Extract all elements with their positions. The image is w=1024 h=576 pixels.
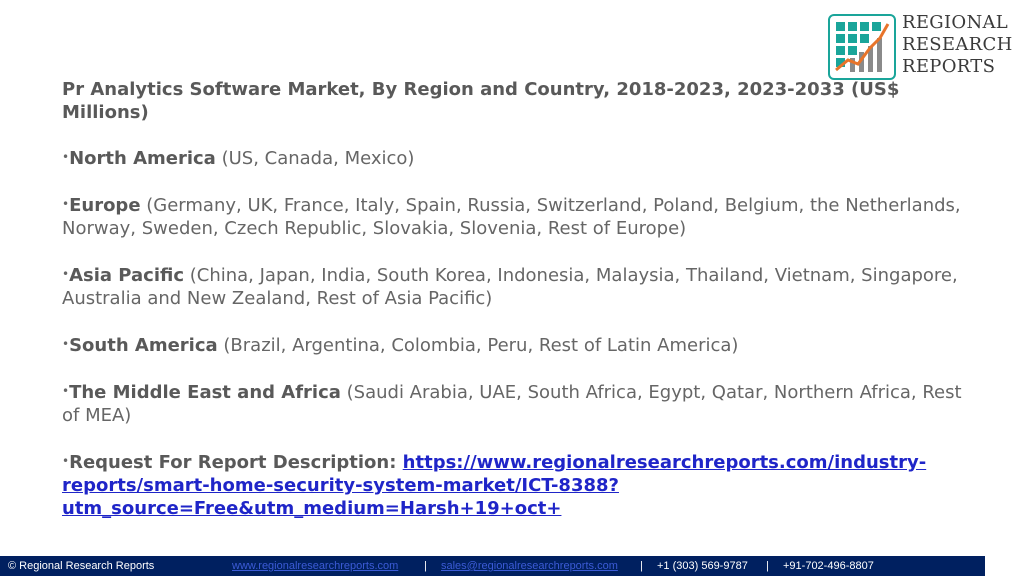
footer-separator: |	[424, 560, 427, 572]
region-item-asia-pacific: •Asia Pacific (China, Japan, India, Sout…	[62, 263, 962, 310]
region-item-south-america: •South America (Brazil, Argentina, Colom…	[62, 333, 962, 357]
chart-logo-icon	[828, 14, 896, 80]
logo-text: REGIONAL RESEARCH REPORTS	[902, 12, 1013, 78]
slide-title: Pr Analytics Software Market, By Region …	[62, 79, 900, 123]
footer-copyright: © Regional Research Reports	[8, 560, 155, 572]
footer-bar: © Regional Research Reports www.regional…	[0, 556, 985, 576]
footer-phone-2: +91-702-496-8807	[783, 560, 874, 572]
footer-phone-1: +1 (303) 569-9787	[657, 560, 748, 572]
logo-line-1: REGIONAL	[902, 12, 1009, 33]
logo-line-3: REPORTS	[902, 56, 996, 77]
region-countries: (China, Japan, India, South Korea, Indon…	[62, 265, 958, 309]
region-name: North America	[69, 148, 216, 169]
logo-line-2: RESEARCH	[902, 34, 1013, 55]
region-item-middle-east-africa: •The Middle East and Africa (Saudi Arabi…	[62, 380, 962, 427]
region-name: Asia Pacific	[69, 265, 185, 286]
footer-separator: |	[766, 560, 769, 572]
region-countries: (US, Canada, Mexico)	[215, 148, 415, 169]
request-label: Request For Report Description:	[69, 452, 403, 473]
region-name: Europe	[69, 195, 141, 216]
footer-separator: |	[640, 560, 643, 572]
region-countries: (Germany, UK, France, Italy, Spain, Russ…	[62, 195, 961, 239]
region-name: South America	[69, 335, 218, 356]
company-logo: REGIONAL RESEARCH REPORTS	[828, 12, 1014, 82]
footer-website-link[interactable]: www.regionalresearchreports.com	[232, 556, 398, 576]
region-item-north-america: •North America (US, Canada, Mexico)	[62, 146, 962, 170]
region-countries: (Brazil, Argentina, Colombia, Peru, Rest…	[217, 335, 739, 356]
footer-email-link[interactable]: sales@regionalresearchreports.com	[441, 556, 618, 576]
region-name: The Middle East and Africa	[69, 382, 341, 403]
region-item-europe: •Europe (Germany, UK, France, Italy, Spa…	[62, 193, 962, 240]
slide-content: Pr Analytics Software Market, By Region …	[62, 78, 962, 543]
request-report: •Request For Report Description: https:/…	[62, 450, 962, 520]
